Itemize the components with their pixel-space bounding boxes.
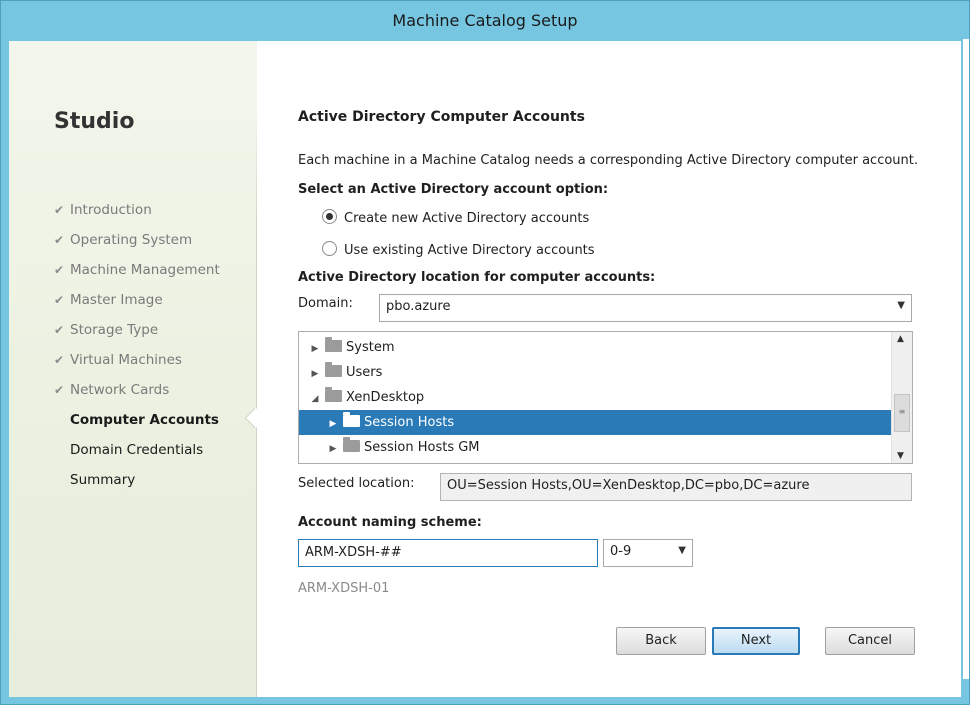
chevron-down-icon: ▼ [678, 545, 686, 556]
window-frame: Machine Catalog Setup Studio ✔ Introducti… [0, 0, 970, 705]
step-introduction: ✔ Introduction [54, 200, 220, 230]
ou-tree[interactable]: ▶ System ▶ Users ◢ XenDesktop ▶ Session Host… [298, 331, 913, 464]
step-label: Introduction [70, 202, 152, 218]
naming-preview: ARM-XDSH-01 [298, 581, 390, 596]
brand-title: Studio [54, 109, 135, 134]
wizard-steps: ✔ Introduction ✔ Operating System ✔ Machine… [54, 200, 220, 500]
tree-scrollbar[interactable]: ▲ ≡ ▼ [891, 332, 912, 463]
folder-icon [325, 387, 342, 402]
radio-create-new[interactable]: Create new Active Directory accounts [322, 209, 589, 226]
wizard-content: Active Directory Computer Accounts Each … [257, 41, 961, 697]
selected-location-value: OU=Session Hosts,OU=XenDesktop,DC=pbo,DC… [447, 478, 810, 493]
radio-use-existing[interactable]: Use existing Active Directory accounts [322, 241, 595, 258]
radio-label: Create new Active Directory accounts [344, 211, 590, 226]
window-edge [963, 39, 969, 679]
naming-type-value: 0-9 [610, 544, 632, 559]
selected-location-field: OU=Session Hosts,OU=XenDesktop,DC=pbo,DC… [440, 473, 912, 501]
check-icon: ✔ [54, 293, 65, 307]
scroll-up-icon[interactable]: ▲ [897, 334, 904, 344]
step-machine-management: ✔ Machine Management [54, 260, 220, 290]
tree-node-label: Session Hosts [364, 415, 455, 430]
tree-node-session-hosts[interactable]: ▶ Session Hosts [299, 410, 891, 435]
folder-icon [343, 437, 360, 452]
step-master-image: ✔ Master Image [54, 290, 220, 320]
wizard-sidebar: Studio ✔ Introduction ✔ Operating System ✔… [9, 41, 256, 697]
step-summary: Summary [70, 472, 136, 488]
radio-button-selected[interactable] [322, 209, 337, 224]
tree-node-label: Session Hosts GM [364, 440, 480, 455]
page-title: Active Directory Computer Accounts [298, 109, 585, 125]
tree-node-system[interactable]: ▶ System [299, 335, 901, 360]
selected-location-label: Selected location: [298, 476, 415, 491]
expand-arrow-icon[interactable]: ▶ [309, 337, 321, 362]
chevron-down-icon: ▼ [897, 300, 905, 311]
domain-select[interactable]: pbo.azure ▼ [379, 294, 912, 322]
naming-scheme-input[interactable] [299, 540, 591, 564]
account-option-label: Select an Active Directory account optio… [298, 182, 609, 197]
tree-node-session-hosts-gm[interactable]: ▶ Session Hosts GM [299, 435, 912, 462]
tree-node-label: XenDesktop [346, 390, 425, 405]
naming-scheme-label: Account naming scheme: [298, 515, 482, 530]
check-icon: ✔ [54, 353, 65, 367]
step-operating-system: ✔ Operating System [54, 230, 220, 260]
back-button[interactable]: Back [616, 627, 706, 655]
location-label: Active Directory location for computer a… [298, 270, 656, 285]
check-icon: ✔ [54, 383, 65, 397]
collapse-arrow-icon[interactable]: ◢ [309, 387, 321, 412]
expand-arrow-icon[interactable]: ▶ [327, 412, 339, 437]
next-button[interactable]: Next [712, 627, 800, 655]
page-description: Each machine in a Machine Catalog needs … [298, 153, 919, 168]
radio-label: Use existing Active Directory accounts [344, 243, 595, 258]
folder-icon [325, 337, 342, 352]
expand-arrow-icon[interactable]: ▶ [309, 362, 321, 387]
folder-icon [343, 412, 360, 427]
check-icon: ✔ [54, 203, 65, 217]
folder-icon [325, 362, 342, 377]
tree-node-label: Users [346, 365, 383, 380]
step-label: Master Image [70, 292, 163, 308]
check-icon: ✔ [54, 263, 65, 277]
naming-scheme-input-box[interactable] [298, 539, 598, 567]
step-label: Virtual Machines [70, 352, 182, 368]
step-label: Storage Type [70, 322, 159, 338]
scroll-down-icon[interactable]: ▼ [897, 451, 904, 461]
step-domain-credentials: Domain Credentials [70, 442, 204, 458]
tree-node-xendesktop[interactable]: ◢ XenDesktop [299, 385, 901, 410]
step-virtual-machines: ✔ Virtual Machines [54, 350, 220, 380]
domain-value: pbo.azure [386, 299, 451, 314]
check-icon: ✔ [54, 233, 65, 247]
expand-arrow-icon[interactable]: ▶ [327, 437, 339, 462]
dialog-client: Studio ✔ Introduction ✔ Operating System ✔… [9, 41, 961, 697]
naming-type-select[interactable]: 0-9 ▼ [603, 539, 693, 567]
step-label: Machine Management [70, 262, 220, 278]
check-icon: ✔ [54, 323, 65, 337]
tree-node-users[interactable]: ▶ Users [299, 360, 901, 385]
step-label: Operating System [70, 232, 193, 248]
tree-node-label: System [346, 340, 395, 355]
step-computer-accounts: Computer Accounts [70, 412, 219, 428]
cancel-button[interactable]: Cancel [825, 627, 915, 655]
domain-label: Domain: [298, 296, 353, 311]
step-label: Network Cards [70, 382, 170, 398]
step-storage-type: ✔ Storage Type [54, 320, 220, 350]
window-title: Machine Catalog Setup [392, 11, 578, 30]
step-network-cards: ✔ Network Cards [54, 380, 220, 410]
scroll-thumb[interactable]: ≡ [894, 394, 910, 432]
radio-button[interactable] [322, 241, 337, 256]
